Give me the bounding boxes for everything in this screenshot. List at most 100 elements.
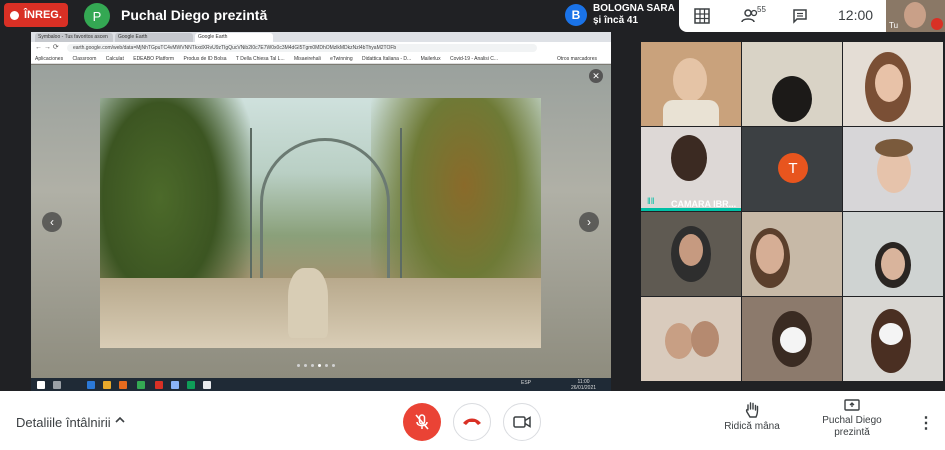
browser-tab-active[interactable]: Google Earth <box>195 33 273 42</box>
chat-icon[interactable] <box>790 6 810 26</box>
bookmark[interactable]: eTwinning <box>330 56 353 62</box>
participant-tile[interactable] <box>742 297 842 381</box>
participant-tile[interactable] <box>843 297 943 381</box>
system-clock: 11:00 26/01/2021 <box>571 379 596 391</box>
page-dot[interactable] <box>297 364 300 367</box>
photo-statue <box>288 268 328 338</box>
presenter-avatar: P <box>84 3 110 29</box>
clock: 12:00 <box>838 7 874 23</box>
bookmark[interactable]: EDEABO Platform <box>133 56 174 62</box>
previous-photo-button[interactable]: ‹ <box>42 212 62 232</box>
bookmark[interactable]: Didattica Italiana - D... <box>362 56 411 62</box>
close-viewer-button[interactable]: ✕ <box>589 69 603 83</box>
browser-tabs: Symbaloo - Tus favoritos ascen Google Ea… <box>31 32 611 42</box>
more-vert-icon[interactable]: ⋮ <box>918 413 934 433</box>
participant-tile[interactable] <box>641 297 741 381</box>
participant-face <box>875 64 903 102</box>
participant-hair <box>875 139 913 157</box>
participant-face <box>691 321 719 357</box>
bookmarks-bar: Aplicaciones Classroom Calculat EDEABO P… <box>31 54 611 64</box>
chrome-icon[interactable] <box>137 381 145 389</box>
end-call-button[interactable] <box>453 403 491 441</box>
windows-start-icon[interactable] <box>37 381 45 389</box>
app-icon[interactable] <box>119 381 127 389</box>
participant-face <box>772 76 812 122</box>
participant-face <box>671 135 707 181</box>
shared-screen: Symbaloo - Tus favoritos ascen Google Ea… <box>31 32 611 392</box>
bookmark[interactable]: Classroom <box>72 56 96 62</box>
present-screen-button[interactable]: Puchal Diego prezintă <box>812 399 892 439</box>
browser-tab[interactable]: Google Earth <box>115 33 193 42</box>
raise-hand-label: Ridică mâna <box>724 421 780 432</box>
participant-body <box>663 100 719 126</box>
meeting-details-label[interactable]: Detaliile întâlnirii <box>16 415 111 430</box>
present-label: Puchal Diego prezintă <box>822 415 882 438</box>
photo-pagination <box>297 364 335 367</box>
participant-tile-speaking[interactable]: ‖‖ CAMARA IBR... <box>641 127 741 211</box>
participant-tile[interactable] <box>641 212 741 296</box>
participant-mask <box>780 327 806 353</box>
hand-icon <box>720 401 784 421</box>
app-icon[interactable] <box>171 381 179 389</box>
other-bookmarks[interactable]: Otros marcadores <box>557 54 597 63</box>
bookmark[interactable]: Aplicaciones <box>35 56 63 62</box>
page-dot[interactable] <box>332 364 335 367</box>
page-dot[interactable] <box>311 364 314 367</box>
participant-tile[interactable] <box>843 42 943 126</box>
participant-tile[interactable] <box>641 42 741 126</box>
participant-tile[interactable] <box>843 212 943 296</box>
app-icon[interactable] <box>87 381 95 389</box>
participant-tile[interactable]: T <box>742 127 842 211</box>
folder-icon[interactable] <box>103 381 111 389</box>
page-dot[interactable] <box>304 364 307 367</box>
recording-label: ÎNREG. <box>24 9 62 21</box>
browser-tab[interactable]: Symbaloo - Tus favoritos ascen <box>35 33 113 42</box>
camera-icon <box>513 416 531 428</box>
bookmark[interactable]: Misaeirehali <box>294 56 321 62</box>
participant-grid: ‖‖ CAMARA IBR... T <box>641 42 945 381</box>
search-icon[interactable] <box>53 381 61 389</box>
participant-tile[interactable] <box>843 127 943 211</box>
app-icon[interactable] <box>203 381 211 389</box>
bookmark[interactable]: T Della Chiesa Tal L... <box>236 56 285 62</box>
pinned-name-line1: BOLOGNA SARA <box>593 3 675 14</box>
page-dot-active[interactable] <box>318 364 321 367</box>
pinned-name: BOLOGNA SARA și încă 41 <box>593 3 675 27</box>
presenter-title: Puchal Diego prezintă <box>121 7 268 23</box>
next-photo-button[interactable]: › <box>579 212 599 232</box>
bookmark[interactable]: Produs de ID Bolsa <box>183 56 226 62</box>
participant-tile[interactable] <box>742 212 842 296</box>
bookmark[interactable]: Mailerlux <box>421 56 441 62</box>
greenhouse-photo <box>100 98 541 348</box>
audio-level-icon: ‖‖ <box>647 196 655 206</box>
bookmark[interactable]: Calculat <box>106 56 124 62</box>
photo-glass-arch <box>260 138 390 278</box>
pinned-name-line2: și încă 41 <box>593 15 639 26</box>
raise-hand-button[interactable]: Ridică mâna <box>720 401 784 432</box>
nav-arrows-icon[interactable]: ← → ⟳ <box>35 43 59 51</box>
present-screen-icon <box>812 399 892 415</box>
bookmark[interactable]: Covid-19 - Analisi C... <box>450 56 498 62</box>
self-label: Tu <box>889 21 899 30</box>
app-icon[interactable] <box>155 381 163 389</box>
grid-layout-icon[interactable] <box>692 6 712 26</box>
self-view[interactable]: Tu <box>886 0 945 32</box>
camera-toggle-button[interactable] <box>503 403 541 441</box>
address-bar[interactable]: earth.google.com/web/data=MjNhTGpuTC4vMW… <box>67 44 537 52</box>
participant-mask <box>879 323 903 345</box>
participant-avatar: T <box>778 153 808 183</box>
participant-face <box>756 234 784 274</box>
mic-off-icon <box>931 18 943 30</box>
participant-face <box>679 234 703 266</box>
system-tray-lang: ESP <box>521 380 532 386</box>
chevron-up-icon[interactable] <box>114 413 126 429</box>
app-icon[interactable] <box>187 381 195 389</box>
bottom-controls-bar: Detaliile întâlnirii Ridică mâna Puchal … <box>0 391 945 450</box>
page-dot[interactable] <box>325 364 328 367</box>
microphone-toggle-button[interactable] <box>403 403 441 441</box>
end-call-icon <box>463 418 481 425</box>
participant-face <box>673 58 707 102</box>
participant-face <box>665 323 693 359</box>
participant-tile[interactable] <box>742 42 842 126</box>
pinned-avatar: B <box>565 4 587 26</box>
